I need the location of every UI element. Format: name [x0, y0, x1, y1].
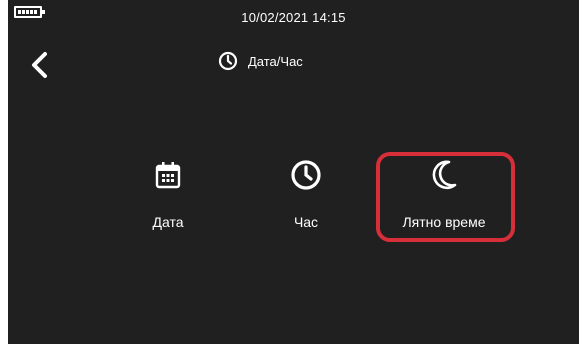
option-summer-time[interactable]: Лятно време [384, 158, 504, 230]
option-date[interactable]: Дата [108, 158, 228, 230]
device-screen: 10/02/2021 14:15 Дата/Час Дата Час Лятно… [8, 0, 579, 344]
page-header: Дата/Час [218, 50, 303, 72]
page-title: Дата/Час [248, 53, 303, 69]
option-date-label: Дата [152, 214, 184, 230]
option-summer-time-label: Лятно време [402, 214, 486, 230]
option-time[interactable]: Час [246, 158, 366, 230]
chevron-left-icon [32, 52, 47, 78]
status-datetime: 10/02/2021 14:15 [241, 10, 346, 25]
clock-icon [218, 51, 238, 71]
back-button[interactable] [28, 50, 52, 80]
calendar-icon [155, 162, 181, 189]
moon-icon [432, 160, 457, 190]
option-time-label: Час [293, 214, 319, 230]
clock-icon [291, 160, 321, 190]
